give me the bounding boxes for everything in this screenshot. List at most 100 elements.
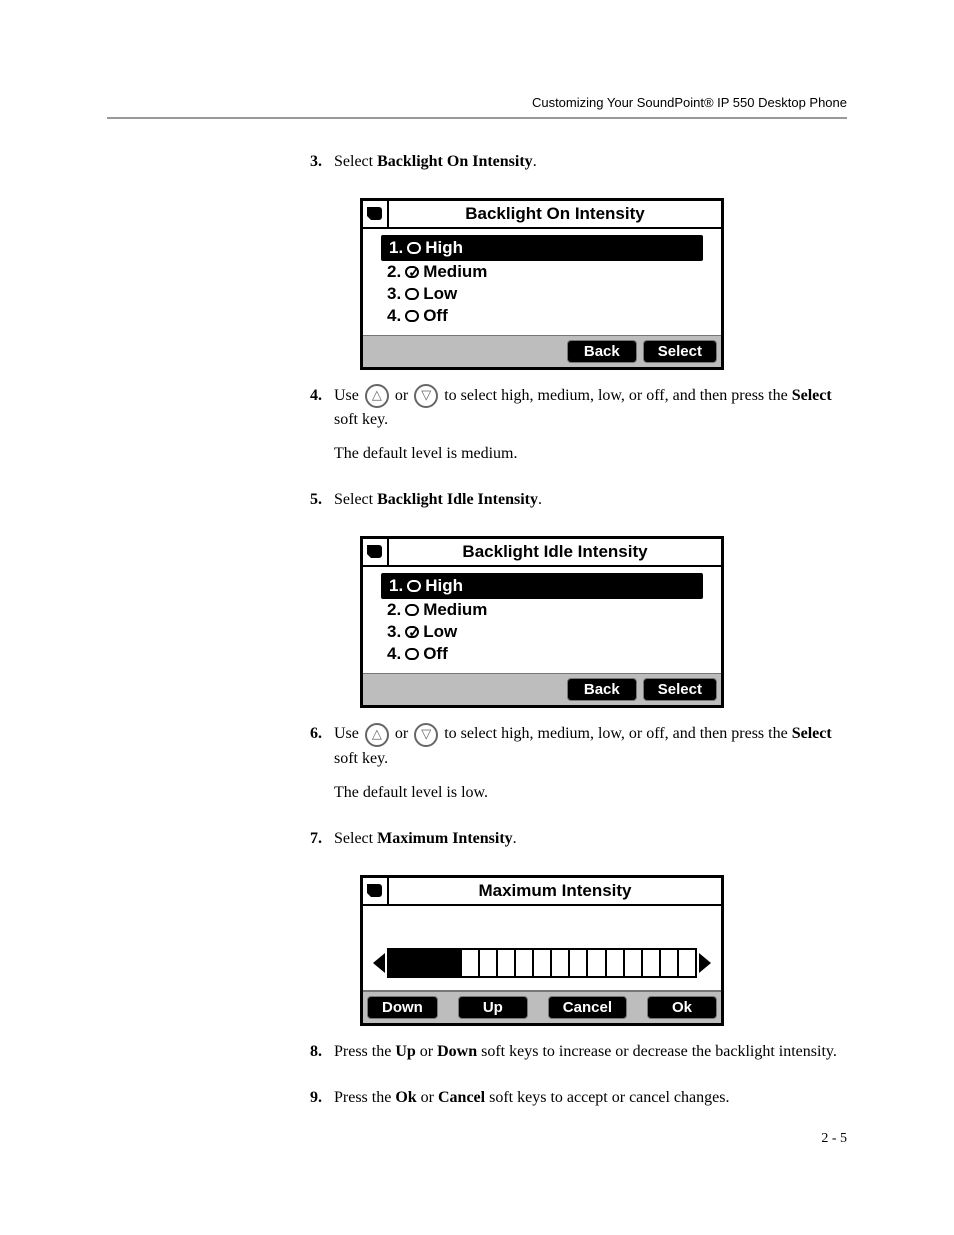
- step-body: Press the Ok or Cancel soft keys to acce…: [334, 1086, 847, 1120]
- text: Press the: [334, 1089, 395, 1106]
- step-body: Press the Up or Down soft keys to increa…: [334, 1040, 847, 1074]
- item-label: Low: [423, 622, 457, 642]
- text: Use: [334, 725, 363, 742]
- menu-item-off[interactable]: 4. Off: [381, 643, 703, 665]
- header-rule: [107, 117, 847, 119]
- radio-unchecked-icon: [405, 604, 419, 616]
- bold-text: Down: [437, 1043, 477, 1060]
- nav-down-icon: ▽: [414, 723, 438, 747]
- step-5: 5. Select Backlight Idle Intensity.: [300, 488, 847, 522]
- item-number: 4.: [387, 306, 401, 326]
- step-number: 8.: [300, 1040, 334, 1074]
- bold-text: Backlight On Intensity: [377, 153, 533, 170]
- step-body: Use △ or ▽ to select high, medium, low, …: [334, 384, 847, 476]
- softkey-select[interactable]: Select: [643, 678, 717, 701]
- gauge-segment: [552, 950, 570, 976]
- gauge-segment: [462, 950, 480, 976]
- step-body: Select Backlight On Intensity.: [334, 150, 847, 184]
- text: soft key.: [334, 411, 388, 428]
- phone-screen-maximum-intensity: Maximum Intensity Down Up Cancel Ok: [360, 875, 724, 1026]
- menu-item-low[interactable]: 3. Low: [381, 283, 703, 305]
- step-number: 3.: [300, 150, 334, 184]
- radio-unchecked-icon: [405, 648, 419, 660]
- step-number: 7.: [300, 827, 334, 861]
- text: .: [533, 153, 537, 170]
- menu-list: 1. High 2. Medium 3. Low 4. Off: [363, 567, 721, 673]
- step-6: 6. Use △ or ▽ to select high, medium, lo…: [300, 722, 847, 814]
- radio-checked-icon: [405, 626, 419, 638]
- softkey-bar: Back Select: [363, 673, 721, 705]
- gauge-segment: [480, 950, 498, 976]
- item-label: High: [425, 238, 463, 258]
- default-note: The default level is low.: [334, 781, 847, 805]
- text: soft key.: [334, 750, 388, 767]
- radio-checked-icon: [405, 266, 419, 278]
- text: or: [416, 1043, 437, 1060]
- text: Select: [334, 491, 377, 508]
- menu-item-high[interactable]: 1. High: [381, 235, 703, 261]
- item-number: 1.: [389, 576, 403, 596]
- item-number: 1.: [389, 238, 403, 258]
- softkey-cancel[interactable]: Cancel: [548, 996, 627, 1019]
- phone-logo-icon: [363, 201, 389, 227]
- softkey-bar: Down Up Cancel Ok: [363, 991, 721, 1023]
- menu-item-low[interactable]: 3. Low: [381, 621, 703, 643]
- radio-unchecked-icon: [405, 288, 419, 300]
- gauge-segment: [443, 950, 461, 976]
- gauge-segment: [625, 950, 643, 976]
- menu-item-off[interactable]: 4. Off: [381, 305, 703, 327]
- screen-title: Backlight On Intensity: [389, 201, 721, 227]
- item-number: 3.: [387, 284, 401, 304]
- softkey-bar: Back Select: [363, 335, 721, 367]
- item-label: Medium: [423, 262, 487, 282]
- text: Use: [334, 387, 363, 404]
- text: to select high, medium, low, or off, and…: [444, 387, 791, 404]
- default-note: The default level is medium.: [334, 442, 847, 466]
- step-4: 4. Use △ or ▽ to select high, medium, lo…: [300, 384, 847, 476]
- item-label: Low: [423, 284, 457, 304]
- gauge-segment: [425, 950, 443, 976]
- menu-item-medium[interactable]: 2. Medium: [381, 261, 703, 283]
- phone-screen-backlight-on: Backlight On Intensity 1. High 2. Medium…: [360, 198, 724, 370]
- nav-up-icon: △: [365, 384, 389, 408]
- bold-text: Cancel: [438, 1089, 485, 1106]
- bold-text: Ok: [395, 1089, 416, 1106]
- item-number: 2.: [387, 600, 401, 620]
- item-label: Medium: [423, 600, 487, 620]
- gauge-segment: [679, 950, 695, 976]
- radio-unchecked-icon: [407, 242, 421, 254]
- page-content: 3. Select Backlight On Intensity. Backli…: [300, 150, 847, 1132]
- softkey-back[interactable]: Back: [567, 678, 637, 701]
- gauge-segment: [643, 950, 661, 976]
- gauge-segment: [570, 950, 588, 976]
- menu-item-medium[interactable]: 2. Medium: [381, 599, 703, 621]
- gauge-right-arrow-icon: [699, 953, 711, 973]
- item-label: Off: [423, 644, 448, 664]
- item-number: 4.: [387, 644, 401, 664]
- screen-title: Backlight Idle Intensity: [389, 539, 721, 565]
- softkey-ok[interactable]: Ok: [647, 996, 717, 1019]
- softkey-select[interactable]: Select: [643, 340, 717, 363]
- softkey-back[interactable]: Back: [567, 340, 637, 363]
- step-body: Select Maximum Intensity.: [334, 827, 847, 861]
- text: Press the: [334, 1043, 395, 1060]
- screen-title-row: Backlight On Intensity: [363, 201, 721, 229]
- menu-list: 1. High 2. Medium 3. Low 4. Off: [363, 229, 721, 335]
- menu-item-high[interactable]: 1. High: [381, 573, 703, 599]
- gauge-bar: [387, 948, 697, 978]
- softkey-up[interactable]: Up: [458, 996, 528, 1019]
- gauge-left-arrow-icon: [373, 953, 385, 973]
- gauge-segment: [407, 950, 425, 976]
- step-number: 4.: [300, 384, 334, 476]
- softkey-down[interactable]: Down: [367, 996, 438, 1019]
- intensity-gauge[interactable]: [373, 946, 711, 980]
- radio-unchecked-icon: [405, 310, 419, 322]
- screen-title-row: Backlight Idle Intensity: [363, 539, 721, 567]
- gauge-segment: [389, 950, 407, 976]
- text: .: [538, 491, 542, 508]
- step-body: Use △ or ▽ to select high, medium, low, …: [334, 722, 847, 814]
- item-label: Off: [423, 306, 448, 326]
- item-number: 3.: [387, 622, 401, 642]
- bold-text: Select: [792, 725, 832, 742]
- step-9: 9. Press the Ok or Cancel soft keys to a…: [300, 1086, 847, 1120]
